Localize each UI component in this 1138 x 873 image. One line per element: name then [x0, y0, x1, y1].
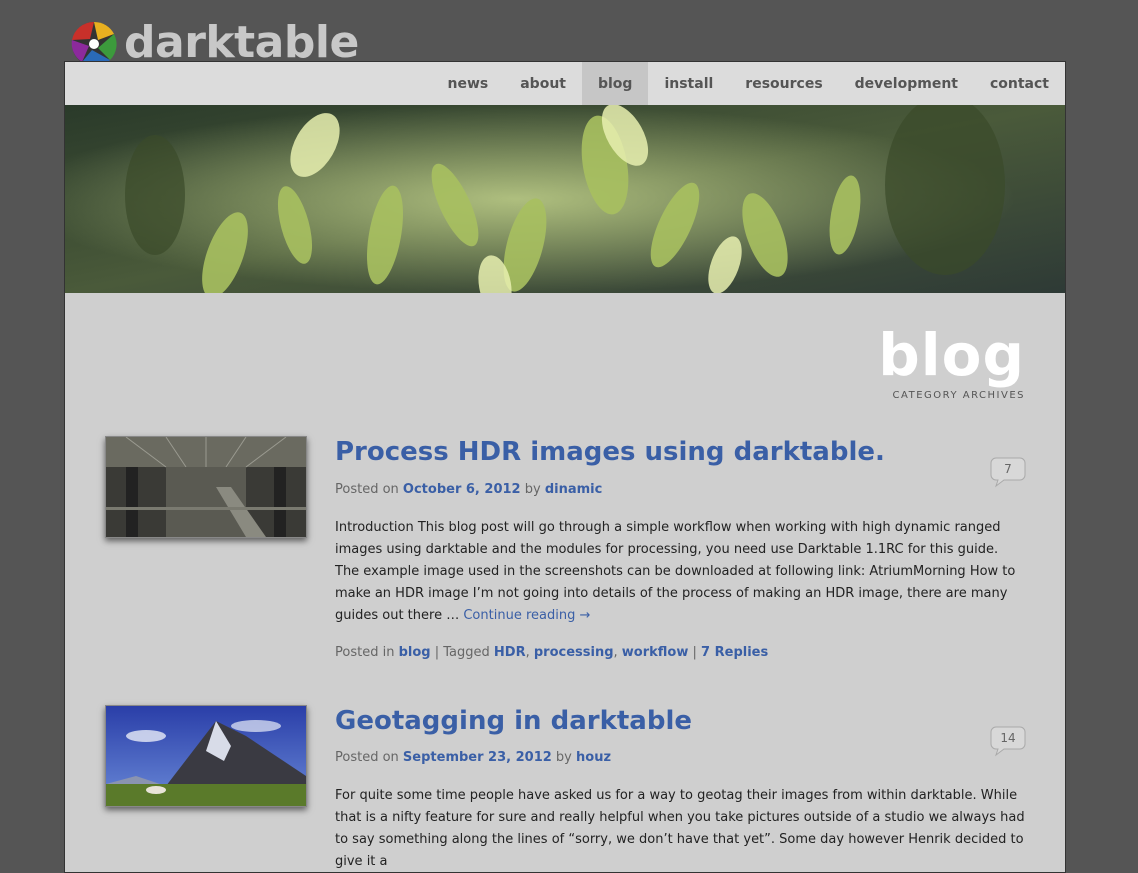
comment-count-bubble[interactable]: 7 [990, 456, 1026, 488]
comment-count: 14 [1000, 731, 1016, 745]
nav-item-blog[interactable]: blog [581, 62, 649, 105]
post-meta: Posted on October 6, 2012 by dinamic [335, 482, 1025, 497]
atrium-photo-thumbnail[interactable] [105, 436, 307, 538]
nav-item-resources[interactable]: resources [729, 62, 838, 105]
tag-link[interactable]: processing [534, 645, 614, 660]
posted-on-label: Posted on [335, 482, 399, 497]
main-navigation: news about blog install resources develo… [65, 62, 1065, 105]
replies-link[interactable]: 7 Replies [701, 645, 768, 660]
page-container: news about blog install resources develo… [64, 61, 1066, 873]
nav-item-install[interactable]: install [648, 62, 729, 105]
nav-item-development[interactable]: development [839, 62, 974, 105]
post-footer-meta: Posted in blog | Tagged HDR, processing,… [335, 645, 769, 660]
post-meta: Posted on September 23, 2012 by houz [335, 750, 1025, 765]
post-excerpt: Introduction This blog post will go thro… [335, 517, 1025, 627]
nav-item-about[interactable]: about [504, 62, 582, 105]
comment-count: 7 [1004, 462, 1012, 476]
comment-count-bubble[interactable]: 14 [990, 725, 1026, 757]
archive-header: blog CATEGORY ARCHIVES [878, 322, 1025, 401]
tag-link[interactable]: workflow [622, 645, 689, 660]
site-logo[interactable]: darktable [70, 19, 359, 67]
separator: | [434, 645, 440, 660]
post-title-link[interactable]: Process HDR images using darktable. [335, 436, 1025, 468]
separator: | [692, 645, 697, 660]
post-excerpt-text: For quite some time people have asked us… [335, 788, 1025, 869]
nav-item-contact[interactable]: contact [974, 62, 1065, 105]
by-label: by [524, 482, 541, 497]
posted-in-label: Posted in [335, 645, 395, 660]
post-excerpt: For quite some time people have asked us… [335, 785, 1025, 873]
post-author-link[interactable]: dinamic [545, 482, 603, 497]
archive-subtitle: CATEGORY ARCHIVES [892, 390, 1025, 401]
nav-item-news[interactable]: news [432, 62, 505, 105]
mountain-photo-thumbnail[interactable] [105, 705, 307, 807]
header-banner-image [65, 105, 1065, 293]
post-author-link[interactable]: houz [576, 750, 611, 765]
continue-reading-link[interactable]: Continue reading → [463, 608, 590, 623]
tagged-label: Tagged [443, 645, 490, 660]
tag-link[interactable]: HDR [494, 645, 526, 660]
post-date-link[interactable]: September 23, 2012 [403, 750, 552, 765]
page-title: blog [878, 321, 1025, 389]
post-excerpt-text: Introduction This blog post will go thro… [335, 520, 1016, 623]
site-brand-name: darktable [124, 17, 359, 68]
category-link[interactable]: blog [399, 645, 431, 660]
by-label: by [555, 750, 572, 765]
post-title-link[interactable]: Geotagging in darktable [335, 705, 1025, 737]
posted-on-label: Posted on [335, 750, 399, 765]
post-date-link[interactable]: October 6, 2012 [403, 482, 521, 497]
